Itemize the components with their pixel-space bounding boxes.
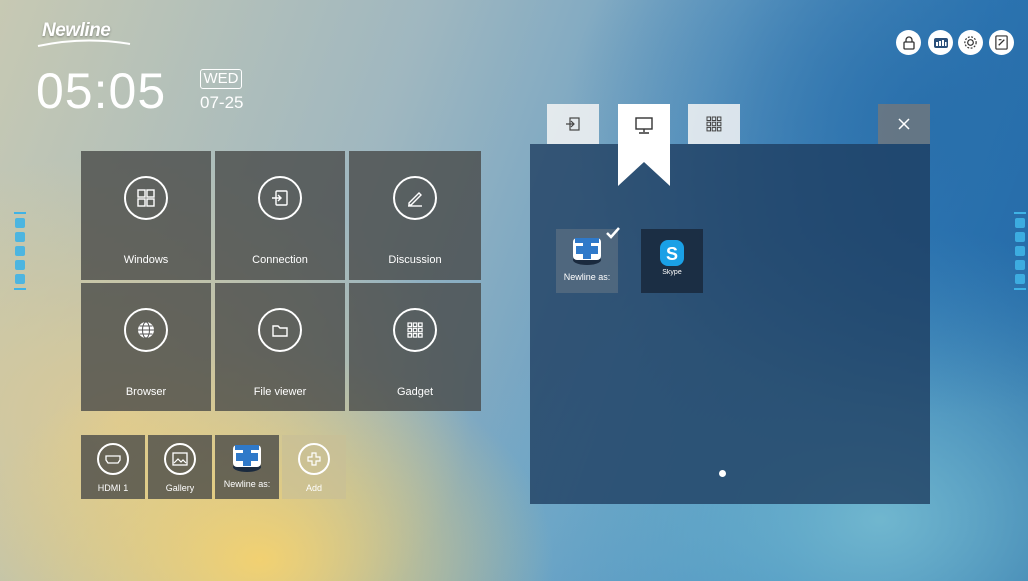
right-side-toolbar xyxy=(1014,212,1026,290)
connection-icon xyxy=(258,176,302,220)
tile-label: Discussion xyxy=(388,254,442,266)
apps-icon[interactable] xyxy=(15,274,25,284)
gallery-icon xyxy=(164,443,196,475)
globe-icon xyxy=(124,308,168,352)
input-source-icon xyxy=(566,117,580,131)
shortcut-hdmi-1[interactable]: HDMI 1 xyxy=(81,435,145,499)
shortcut-gallery[interactable]: Gallery xyxy=(148,435,212,499)
skype-icon: S xyxy=(660,240,684,266)
tile-label: Gadget xyxy=(396,386,434,398)
left-side-toolbar xyxy=(14,212,26,290)
clock-day: WED xyxy=(200,69,242,89)
close-panel-button[interactable] xyxy=(878,104,930,144)
toolbar-divider xyxy=(14,288,26,290)
tab-input-source[interactable] xyxy=(547,104,599,144)
plus-icon xyxy=(298,443,330,475)
shortcut-label: Gallery xyxy=(165,483,195,493)
back-icon[interactable] xyxy=(1015,260,1025,270)
tile-browser[interactable]: Browser xyxy=(81,283,211,411)
network-button[interactable] xyxy=(928,30,953,55)
source-panel xyxy=(530,144,930,504)
toolbar-divider xyxy=(14,212,26,214)
checkmark-icon xyxy=(606,227,620,239)
tile-discussion[interactable]: Discussion xyxy=(349,151,481,280)
tile-label: Browser xyxy=(125,386,167,398)
tile-connection[interactable]: Connection xyxy=(215,151,345,280)
windows-icon[interactable] xyxy=(15,218,25,228)
app-label: Newline as: xyxy=(563,272,611,282)
home-icon[interactable] xyxy=(15,246,25,256)
windows-icon[interactable] xyxy=(1015,218,1025,228)
shortcut-newline-assistant[interactable]: Newline as: xyxy=(215,435,279,499)
shortcut-label: Newline as: xyxy=(223,479,271,489)
hdmi-icon xyxy=(97,443,129,475)
home-icon[interactable] xyxy=(1015,246,1025,256)
lock-button[interactable] xyxy=(896,30,921,55)
tile-file-viewer[interactable]: File viewer xyxy=(215,283,345,411)
pencil-icon[interactable] xyxy=(15,232,25,242)
toolbar-divider xyxy=(1014,212,1026,214)
app-label: Skype xyxy=(662,269,682,276)
apps-icon[interactable] xyxy=(1015,274,1025,284)
settings-button[interactable] xyxy=(958,30,983,55)
clock-date: 07-25 xyxy=(200,93,244,112)
page-indicator-dot[interactable] xyxy=(719,470,726,477)
shortcut-label: Add xyxy=(305,483,322,493)
shortcut-add[interactable]: Add xyxy=(282,435,346,499)
folder-icon xyxy=(258,308,302,352)
newline-assistant-icon xyxy=(230,441,264,475)
tab-monitor[interactable] xyxy=(618,104,670,186)
grid-icon xyxy=(393,308,437,352)
windows-icon xyxy=(124,176,168,220)
close-icon xyxy=(898,118,910,130)
annotate-icon xyxy=(995,35,1008,50)
apps-grid-icon xyxy=(706,116,722,132)
tile-gadget[interactable]: Gadget xyxy=(349,283,481,411)
lock-icon xyxy=(902,35,915,50)
pencil-icon[interactable] xyxy=(1015,232,1025,242)
svg-text:S: S xyxy=(666,244,678,264)
back-icon[interactable] xyxy=(15,260,25,270)
tile-label: Windows xyxy=(123,254,169,266)
pencil-icon xyxy=(393,176,437,220)
tile-label: File viewer xyxy=(253,386,307,398)
annotate-button[interactable] xyxy=(989,30,1014,55)
app-newline-assistant[interactable]: Newline as: xyxy=(556,227,620,293)
network-icon xyxy=(933,37,948,48)
tab-apps-grid[interactable] xyxy=(688,104,740,144)
clock-time: 05:05 xyxy=(36,63,167,119)
app-skype[interactable]: S Skype xyxy=(641,229,703,293)
tile-windows[interactable]: Windows xyxy=(81,151,211,280)
tile-label: Connection xyxy=(252,254,308,266)
toolbar-divider xyxy=(1014,288,1026,290)
shortcut-label: HDMI 1 xyxy=(97,483,129,493)
brand-swoosh-icon xyxy=(37,39,131,47)
newline-assistant-icon xyxy=(573,238,601,265)
gear-icon xyxy=(964,36,977,49)
